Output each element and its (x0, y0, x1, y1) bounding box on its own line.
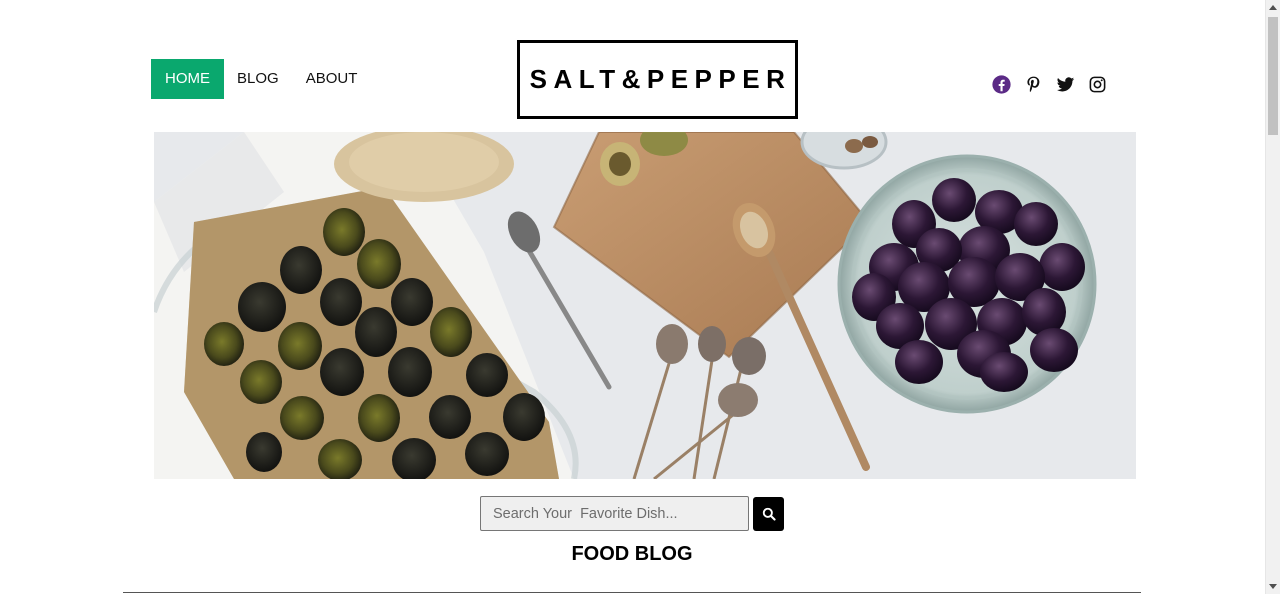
pinterest-icon[interactable] (1024, 75, 1043, 94)
page-scrollbar[interactable] (1265, 0, 1280, 594)
scroll-thumb[interactable] (1268, 17, 1278, 135)
nav-about-link[interactable]: ABOUT (292, 59, 372, 99)
main-nav: HOME BLOG ABOUT (151, 59, 371, 99)
nav-blog-link[interactable]: BLOG (223, 59, 293, 99)
twitter-icon[interactable] (1056, 75, 1075, 94)
instagram-icon[interactable] (1088, 75, 1107, 94)
scroll-down-arrow-icon[interactable] (1269, 584, 1277, 589)
search-button[interactable] (753, 496, 784, 531)
search-icon (762, 507, 776, 521)
site-logo[interactable]: SALT&PEPPER (517, 40, 798, 119)
search-input[interactable] (480, 496, 749, 531)
food-photo (154, 132, 1136, 479)
hero-image (154, 132, 1136, 479)
nav-home-link[interactable]: HOME (151, 59, 224, 99)
facebook-icon[interactable] (992, 75, 1011, 94)
section-divider (123, 592, 1141, 593)
site-logo-text: SALT&PEPPER (529, 64, 792, 94)
scroll-up-arrow-icon[interactable] (1269, 5, 1277, 10)
page: HOME BLOG ABOUT SALT&PEPPER Search Your … (0, 0, 1280, 594)
section-title: FOOD BLOG (571, 543, 693, 565)
social-links (992, 75, 1107, 94)
search-bar (480, 496, 784, 531)
